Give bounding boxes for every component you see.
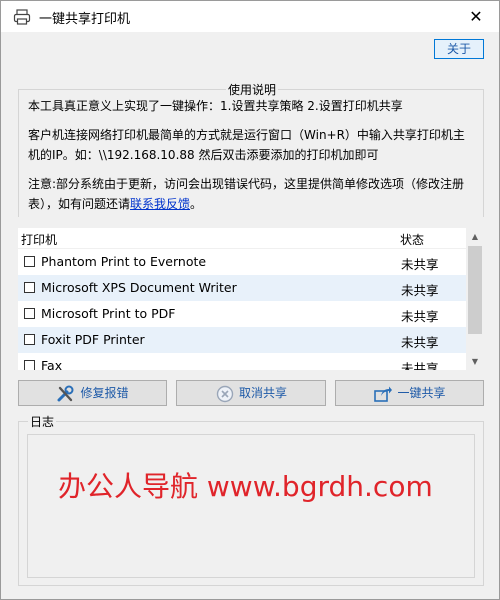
printer-icon xyxy=(13,9,31,25)
printer-row[interactable]: Microsoft XPS Document Writer 未共享 xyxy=(18,275,466,301)
printer-checkbox[interactable] xyxy=(24,334,35,345)
tools-icon xyxy=(57,385,74,401)
usage-line-4: 注意:部分系统由于更新，访问会出现错误代码，这里提供简单修改选项（修改注册 xyxy=(28,177,465,191)
window-title: 一键共享打印机 xyxy=(39,12,131,27)
printer-name: Microsoft XPS Document Writer xyxy=(41,280,237,295)
printer-checkbox[interactable] xyxy=(24,360,35,370)
share-icon xyxy=(374,386,393,402)
printer-row[interactable]: Phantom Print to Evernote 未共享 xyxy=(18,249,466,275)
usage-line-1: 本工具真正意义上实现了一键操作：1.设置共享策略 2.设置打印机共享 xyxy=(28,99,403,113)
printer-list-header: 打印机 状态 xyxy=(18,228,466,248)
about-button[interactable]: 关于 xyxy=(434,39,484,59)
printer-row[interactable]: Foxit PDF Printer 未共享 xyxy=(18,327,466,353)
column-header-status[interactable]: 状态 xyxy=(400,231,424,248)
feedback-link[interactable]: 联系我反馈 xyxy=(130,197,190,211)
log-title: 日志 xyxy=(28,413,57,430)
usage-line-3: 机的IP。如：\\192.168.10.88 然后双击添要添加的打印机加即可 xyxy=(28,148,379,162)
one-click-share-button[interactable]: 一键共享 xyxy=(335,380,484,406)
usage-line-5: 表），如有问题还请联系我反馈。 xyxy=(28,194,483,214)
printer-name: Phantom Print to Evernote xyxy=(41,254,207,269)
repair-error-button[interactable]: 修复报错 xyxy=(18,380,167,406)
printer-status: 未共享 xyxy=(401,361,439,370)
close-icon[interactable]: ✕ xyxy=(469,7,482,26)
printer-checkbox[interactable] xyxy=(24,282,35,293)
printer-name: Microsoft Print to PDF xyxy=(41,306,176,321)
app-window: 一键共享打印机 ✕ 关于 使用说明 本工具真正意义上实现了一键操作：1.设置共享… xyxy=(0,0,500,600)
usage-line-5-suffix: 。 xyxy=(190,197,203,211)
printer-status: 未共享 xyxy=(401,309,439,324)
repair-error-label: 修复报错 xyxy=(80,386,129,400)
log-textarea[interactable]: 办公人导航 www.bgrdh.com xyxy=(27,434,475,578)
column-header-printer[interactable]: 打印机 xyxy=(21,231,57,248)
printer-row[interactable]: Microsoft Print to PDF 未共享 xyxy=(18,301,466,327)
scroll-thumb[interactable] xyxy=(468,246,482,334)
printer-name: Fax xyxy=(41,358,63,370)
printer-status: 未共享 xyxy=(401,335,439,350)
watermark-text: 办公人导航 www.bgrdh.com xyxy=(58,470,433,503)
printer-name: Foxit PDF Printer xyxy=(41,332,145,347)
printer-status: 未共享 xyxy=(401,257,439,272)
usage-line-5-prefix: 表），如有问题还请 xyxy=(28,197,131,211)
one-click-share-label: 一键共享 xyxy=(397,386,446,400)
cancel-share-button[interactable]: 取消共享 xyxy=(176,380,326,406)
printer-status: 未共享 xyxy=(401,283,439,298)
printer-checkbox[interactable] xyxy=(24,256,35,267)
printer-checkbox[interactable] xyxy=(24,308,35,319)
cancel-share-label: 取消共享 xyxy=(238,386,287,400)
usage-line-2: 客户机连接网络打印机最简单的方式就是运行窗口（Win+R）中输入共享打印机主 xyxy=(28,128,465,142)
printer-list: Phantom Print to Evernote 未共享 Microsoft … xyxy=(18,249,466,370)
usage-group: 使用说明 本工具真正意义上实现了一键操作：1.设置共享策略 2.设置打印机共享 … xyxy=(18,81,484,217)
scroll-up-icon[interactable]: ▲ xyxy=(466,228,484,245)
title-bar: 一键共享打印机 ✕ xyxy=(1,1,499,32)
cancel-circle-icon xyxy=(216,385,234,402)
printer-list-scrollbar[interactable]: ▲ ▼ xyxy=(466,228,484,370)
printer-row[interactable]: Fax 未共享 xyxy=(18,353,466,370)
log-group: 日志 办公人导航 www.bgrdh.com xyxy=(18,413,484,586)
close-button[interactable]: ✕ xyxy=(453,1,499,32)
scroll-down-icon[interactable]: ▼ xyxy=(466,353,484,370)
